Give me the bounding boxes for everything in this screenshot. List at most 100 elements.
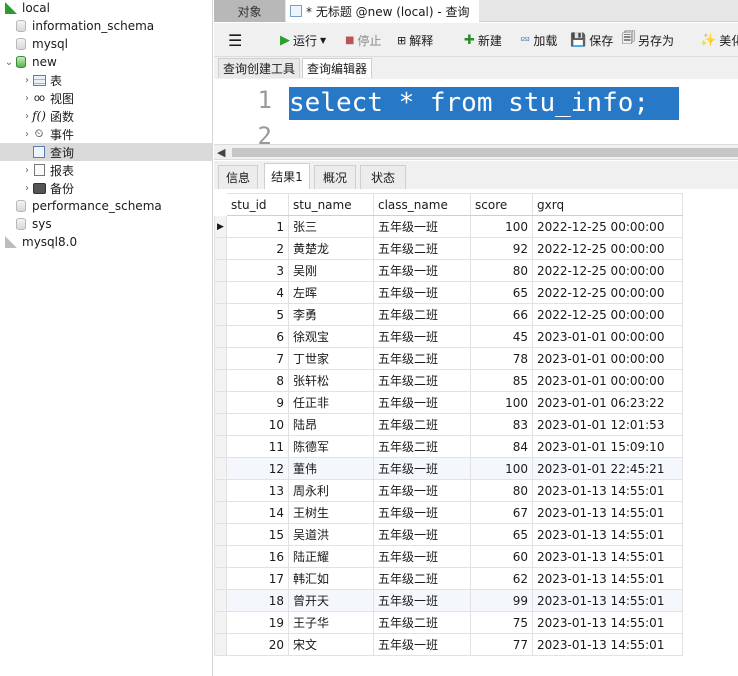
cell-gxrq[interactable]: 2022-12-25 00:00:00 bbox=[532, 281, 683, 304]
cell-stu-name[interactable]: 任正非 bbox=[288, 391, 374, 414]
row-marker[interactable] bbox=[214, 259, 227, 282]
cell-stu-name[interactable]: 王树生 bbox=[288, 501, 374, 524]
table-row[interactable]: 9 任正非 五年级一班 100 2023-01-01 06:23:22 bbox=[214, 391, 683, 414]
nav-item[interactable]: › ⏲ 事件 bbox=[0, 125, 212, 143]
table-row[interactable]: 5 李勇 五年级二班 66 2022-12-25 00:00:00 bbox=[214, 303, 683, 326]
cell-stu-name[interactable]: 丁世家 bbox=[288, 347, 374, 370]
table-row[interactable]: 3 吴刚 五年级一班 80 2022-12-25 00:00:00 bbox=[214, 259, 683, 282]
table-row[interactable]: 19 王子华 五年级二班 75 2023-01-13 14:55:01 bbox=[214, 611, 683, 634]
cell-stu-id[interactable]: 12 bbox=[226, 457, 289, 480]
cell-gxrq[interactable]: 2023-01-13 14:55:01 bbox=[532, 611, 683, 634]
cell-stu-name[interactable]: 董伟 bbox=[288, 457, 374, 480]
tab-status[interactable]: 状态 bbox=[360, 165, 406, 189]
cell-score[interactable]: 75 bbox=[470, 611, 533, 634]
cell-score[interactable]: 85 bbox=[470, 369, 533, 392]
cell-stu-name[interactable]: 张轩松 bbox=[288, 369, 374, 392]
cell-score[interactable]: 66 bbox=[470, 303, 533, 326]
column-header-stu-id[interactable]: stu_id bbox=[226, 193, 289, 216]
cell-class-name[interactable]: 五年级一班 bbox=[373, 523, 471, 546]
cell-stu-name[interactable]: 宋文 bbox=[288, 633, 374, 656]
nav-item[interactable]: › 备份 bbox=[0, 179, 212, 197]
cell-stu-id[interactable]: 4 bbox=[226, 281, 289, 304]
cell-score[interactable]: 100 bbox=[470, 215, 533, 238]
cell-class-name[interactable]: 五年级一班 bbox=[373, 457, 471, 480]
cell-score[interactable]: 80 bbox=[470, 479, 533, 502]
cell-score[interactable]: 65 bbox=[470, 281, 533, 304]
nav-item[interactable]: › oo 视图 bbox=[0, 89, 212, 107]
nav-item[interactable]: mysql8.0 bbox=[0, 233, 212, 251]
row-marker[interactable] bbox=[214, 435, 227, 458]
cell-stu-name[interactable]: 韩汇如 bbox=[288, 567, 374, 590]
row-marker[interactable] bbox=[214, 567, 227, 590]
sql-code-line[interactable]: select * from stu_info; bbox=[289, 87, 680, 120]
cell-stu-id[interactable]: 14 bbox=[226, 501, 289, 524]
cell-stu-id[interactable]: 8 bbox=[226, 369, 289, 392]
tab-objects[interactable]: 对象 bbox=[214, 0, 285, 22]
cell-score[interactable]: 67 bbox=[470, 501, 533, 524]
row-marker[interactable] bbox=[214, 457, 227, 480]
row-marker[interactable] bbox=[214, 369, 227, 392]
table-row[interactable]: 20 宋文 五年级一班 77 2023-01-13 14:55:01 bbox=[214, 633, 683, 656]
cell-class-name[interactable]: 五年级二班 bbox=[373, 611, 471, 634]
cell-stu-id[interactable]: 3 bbox=[226, 259, 289, 282]
cell-score[interactable]: 92 bbox=[470, 237, 533, 260]
chevron-down-icon[interactable]: ⌄ bbox=[4, 57, 14, 68]
cell-stu-id[interactable]: 17 bbox=[226, 567, 289, 590]
cell-score[interactable]: 100 bbox=[470, 457, 533, 480]
cell-gxrq[interactable]: 2023-01-13 14:55:01 bbox=[532, 479, 683, 502]
menu-button[interactable]: ☰ bbox=[228, 31, 242, 50]
chevron-right-icon[interactable]: › bbox=[22, 129, 32, 140]
tab-query[interactable]: * 无标题 @new (local) - 查询 bbox=[286, 0, 479, 22]
save-button[interactable]: 💾 保存 bbox=[570, 31, 613, 49]
cell-class-name[interactable]: 五年级一班 bbox=[373, 215, 471, 238]
cell-gxrq[interactable]: 2023-01-13 14:55:01 bbox=[532, 545, 683, 568]
row-marker[interactable] bbox=[214, 347, 227, 370]
beautify-button[interactable]: ✨ 美化 bbox=[700, 31, 738, 49]
cell-gxrq[interactable]: 2023-01-01 00:00:00 bbox=[532, 347, 683, 370]
sql-editor[interactable]: 1 2 select * from stu_info; bbox=[214, 80, 738, 144]
load-button[interactable]: ⮹ 加载 bbox=[520, 31, 557, 49]
cell-class-name[interactable]: 五年级二班 bbox=[373, 237, 471, 260]
cell-score[interactable]: 99 bbox=[470, 589, 533, 612]
table-row[interactable]: 14 王树生 五年级一班 67 2023-01-13 14:55:01 bbox=[214, 501, 683, 524]
cell-score[interactable]: 77 bbox=[470, 633, 533, 656]
row-marker[interactable] bbox=[214, 545, 227, 568]
cell-score[interactable]: 62 bbox=[470, 567, 533, 590]
horizontal-scrollbar[interactable]: ◀ bbox=[214, 144, 738, 160]
cell-class-name[interactable]: 五年级二班 bbox=[373, 567, 471, 590]
cell-stu-id[interactable]: 5 bbox=[226, 303, 289, 326]
row-marker[interactable] bbox=[214, 413, 227, 436]
cell-score[interactable]: 78 bbox=[470, 347, 533, 370]
nav-item[interactable]: ⌄ new bbox=[0, 53, 212, 71]
table-row[interactable]: 11 陈德军 五年级二班 84 2023-01-01 15:09:10 bbox=[214, 435, 683, 458]
table-row[interactable]: 12 董伟 五年级一班 100 2023-01-01 22:45:21 bbox=[214, 457, 683, 480]
cell-stu-id[interactable]: 9 bbox=[226, 391, 289, 414]
row-marker[interactable] bbox=[214, 281, 227, 304]
cell-gxrq[interactable]: 2023-01-01 15:09:10 bbox=[532, 435, 683, 458]
cell-stu-name[interactable]: 王子华 bbox=[288, 611, 374, 634]
nav-item[interactable]: information_schema bbox=[0, 17, 212, 35]
tab-profile[interactable]: 概况 bbox=[314, 165, 356, 189]
column-header-stu-name[interactable]: stu_name bbox=[288, 193, 374, 216]
cell-class-name[interactable]: 五年级二班 bbox=[373, 369, 471, 392]
cell-score[interactable]: 100 bbox=[470, 391, 533, 414]
cell-gxrq[interactable]: 2022-12-25 00:00:00 bbox=[532, 303, 683, 326]
cell-class-name[interactable]: 五年级一班 bbox=[373, 589, 471, 612]
cell-gxrq[interactable]: 2023-01-01 00:00:00 bbox=[532, 325, 683, 348]
chevron-right-icon[interactable]: › bbox=[22, 183, 32, 194]
table-row[interactable]: 18 曾开天 五年级一班 99 2023-01-13 14:55:01 bbox=[214, 589, 683, 612]
cell-class-name[interactable]: 五年级一班 bbox=[373, 391, 471, 414]
cell-score[interactable]: 84 bbox=[470, 435, 533, 458]
table-row[interactable]: 17 韩汇如 五年级二班 62 2023-01-13 14:55:01 bbox=[214, 567, 683, 590]
table-row[interactable]: 8 张轩松 五年级二班 85 2023-01-01 00:00:00 bbox=[214, 369, 683, 392]
cell-stu-name[interactable]: 陆正耀 bbox=[288, 545, 374, 568]
cell-stu-id[interactable]: 16 bbox=[226, 545, 289, 568]
tab-query-editor[interactable]: 查询编辑器 bbox=[302, 58, 373, 78]
explain-button[interactable]: ⊞ 解释 bbox=[397, 31, 433, 49]
cell-class-name[interactable]: 五年级二班 bbox=[373, 435, 471, 458]
cell-gxrq[interactable]: 2023-01-13 14:55:01 bbox=[532, 501, 683, 524]
cell-class-name[interactable]: 五年级二班 bbox=[373, 303, 471, 326]
cell-gxrq[interactable]: 2023-01-01 12:01:53 bbox=[532, 413, 683, 436]
scroll-left-icon[interactable]: ◀ bbox=[217, 145, 225, 161]
table-row[interactable]: 6 徐观宝 五年级一班 45 2023-01-01 00:00:00 bbox=[214, 325, 683, 348]
